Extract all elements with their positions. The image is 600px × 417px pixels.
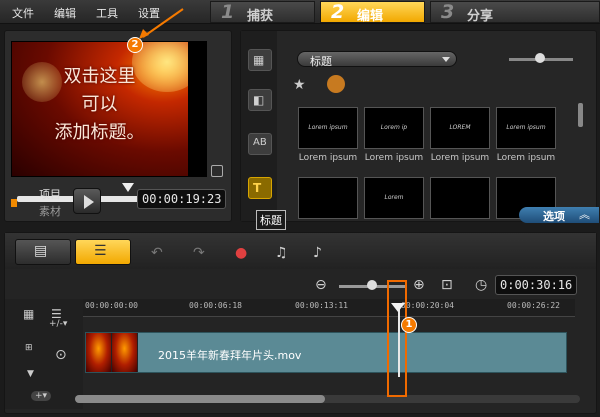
title-thumbnail[interactable]: LOREM <box>430 107 490 149</box>
step-edit[interactable]: 2 编辑 <box>320 1 425 24</box>
zoom-in-icon[interactable]: ⊕ <box>413 277 425 293</box>
project-duration: 0:00:30:16 <box>495 275 578 295</box>
track-collapse-icon[interactable]: ▼ <box>27 369 34 379</box>
scrubber-handle[interactable] <box>122 183 134 192</box>
storyboard-view-button[interactable]: ▤ <box>15 239 71 265</box>
options-label: 选项 <box>543 210 565 223</box>
thumbnail-caption: Lorem ipsum <box>364 153 424 163</box>
track-manager-icon[interactable]: ▦ <box>23 307 34 321</box>
title-library-icon[interactable]: T <box>248 177 272 199</box>
category-selected: 标题 <box>310 55 332 68</box>
trim-start-marker[interactable] <box>11 199 17 207</box>
timeline-view-button[interactable]: ☰ <box>75 239 131 265</box>
video-letterbox <box>188 42 206 176</box>
timeline-scrollbar[interactable] <box>75 395 580 403</box>
undo-icon[interactable]: ↶ <box>151 245 163 261</box>
zoom-knob[interactable] <box>367 280 377 290</box>
filmstrip-icon: ▤ <box>34 243 48 259</box>
redo-icon[interactable]: ↷ <box>193 245 205 261</box>
play-button[interactable] <box>73 188 101 214</box>
ruler-mark: 00:00:20:04 <box>401 301 454 310</box>
step-share[interactable]: 3 分享 <box>430 1 600 24</box>
thumbnail-text: Lorem ip <box>380 124 408 131</box>
chevron-up-icon: ︽ <box>579 208 590 221</box>
record-capture-icon[interactable]: ● <box>235 245 247 261</box>
clip-thumbnail <box>112 333 138 372</box>
annotation-badge-1: 1 <box>401 317 417 333</box>
ripple-edit-icon[interactable]: ⊞ <box>25 343 33 353</box>
title-thumbnail[interactable] <box>298 177 358 219</box>
ruler-mark: 00:00:06:18 <box>189 301 242 310</box>
menu-edit[interactable]: 编辑 <box>54 5 76 21</box>
effects-icon[interactable] <box>327 75 345 93</box>
zoom-out-icon[interactable]: ⊖ <box>315 277 327 293</box>
clip-thumbnail <box>86 333 112 372</box>
preview-timecode[interactable]: 00:00:19:23 <box>137 189 227 209</box>
annotation-highlight <box>387 280 407 397</box>
menu-tools[interactable]: 工具 <box>96 5 118 21</box>
library-sidebar: ▦ ◧ AB T <box>241 31 277 221</box>
title-thumbnail[interactable]: Lorem ip <box>364 107 424 149</box>
thumbnail-caption: Lorem ipsum <box>496 153 556 163</box>
thumbnail-caption: Lorem ipsum <box>298 153 358 163</box>
library-panel: ▦ ◧ AB T 标题 ★ Lorem ipsum Lorem ip LOREM… <box>240 30 599 223</box>
menu-bar: 文件 编辑 工具 设置 1 捕获 2 编辑 3 分享 <box>0 0 600 24</box>
thumbnail-text: LOREM <box>449 124 471 131</box>
add-remove-tracks-icon[interactable]: +/-▾ <box>49 319 67 329</box>
preview-panel: 双击这里 可以 添加标题。 2 项目 素材 00:00:19:23 <box>4 8 232 222</box>
auto-music-icon[interactable]: ♪ <box>313 245 322 261</box>
filter-library-icon[interactable]: AB <box>248 133 272 155</box>
add-favorite-icon[interactable]: ★ <box>293 77 306 93</box>
timeline-ruler[interactable]: 00:00:00:00 00:00:06:18 00:00:13:11 00:0… <box>83 299 575 317</box>
transition-library-icon[interactable]: ◧ <box>248 89 272 111</box>
thumbnail-text: Lorem ipsum <box>308 124 348 131</box>
media-library-icon[interactable]: ▦ <box>248 49 272 71</box>
category-dropdown[interactable]: 标题 <box>297 51 457 68</box>
step-label: 分享 <box>467 9 494 24</box>
preview-video[interactable]: 双击这里 可以 添加标题。 <box>11 41 207 177</box>
step-label: 捕获 <box>247 9 274 24</box>
tooltip: 标题 <box>256 210 286 230</box>
workflow-steps: 1 捕获 2 编辑 3 分享 <box>210 1 600 24</box>
video-track-icon: ⊙ <box>55 347 67 363</box>
library-scrollbar[interactable] <box>578 103 583 127</box>
title-thumbnail[interactable]: Lorem ipsum <box>496 107 556 149</box>
track-add-icon[interactable]: +▾ <box>31 391 52 401</box>
chevron-down-icon <box>442 57 450 62</box>
clip-mode-label[interactable]: 素材 <box>39 203 61 219</box>
timeline-icon: ☰ <box>94 243 107 259</box>
title-thumbnail[interactable]: Lorem ipsum <box>298 107 358 149</box>
thumbnail-size-knob[interactable] <box>535 53 545 63</box>
ruler-mark: 00:00:00:00 <box>85 301 138 310</box>
step-number: 1 <box>221 1 235 23</box>
thumbnail-text: Lorem ipsum <box>506 124 546 131</box>
title-overlay-line[interactable]: 添加标题。 <box>12 118 187 144</box>
annotation-arrow-icon <box>139 8 184 39</box>
step-number: 2 <box>331 1 345 23</box>
thumbnail-caption: Lorem ipsum <box>430 153 490 163</box>
audio-mixer-icon[interactable]: ♫ <box>275 245 288 261</box>
title-overlay-line[interactable]: 可以 <box>12 90 187 116</box>
timeline-scroll-thumb[interactable] <box>75 395 325 403</box>
title-overlay-line[interactable]: 双击这里 <box>12 62 187 88</box>
title-thumbnail[interactable] <box>430 177 490 219</box>
clip-name: 2015羊年新春拜年片头.mov <box>158 349 302 362</box>
video-clip[interactable]: 2015羊年新春拜年片头.mov <box>85 332 567 373</box>
clock-icon: ◷ <box>475 277 488 293</box>
ruler-mark: 00:00:26:22 <box>507 301 560 310</box>
options-button[interactable]: 选项 ︽ <box>519 207 599 223</box>
ruler-mark: 00:00:13:11 <box>295 301 348 310</box>
thumbnail-text: Lorem <box>384 194 404 201</box>
expand-preview-icon[interactable] <box>211 165 223 177</box>
fit-project-icon[interactable]: ⊡ <box>441 277 453 293</box>
step-number: 3 <box>441 1 455 23</box>
project-mode-label[interactable]: 项目 <box>39 186 61 202</box>
title-thumbnail[interactable]: Lorem <box>364 177 424 219</box>
menu-file[interactable]: 文件 <box>12 5 34 21</box>
step-capture[interactable]: 1 捕获 <box>210 1 315 24</box>
timeline-panel: ▤ ☰ ↶ ↷ ● ♫ ♪ ⊖ ⊕ ⊡ ◷ 0:00:30:16 00:00:0… <box>4 232 597 414</box>
step-label: 编辑 <box>357 9 384 24</box>
timeline-toolbar: ▤ ☰ ↶ ↷ ● ♫ ♪ <box>5 233 596 269</box>
